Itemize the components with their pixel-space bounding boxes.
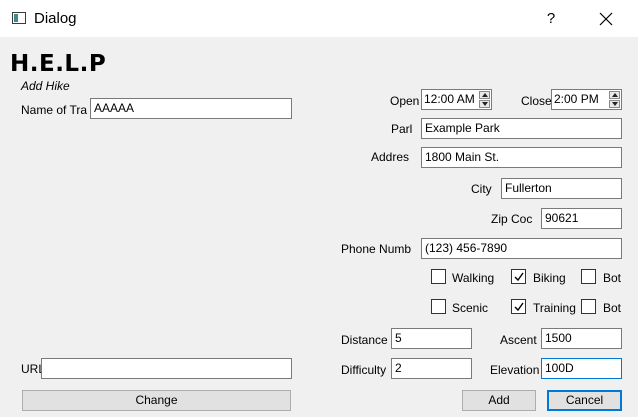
address-input[interactable]: 1800 Main St. xyxy=(421,147,622,168)
distance-input[interactable]: 5 xyxy=(391,328,472,349)
walking-label: Walking xyxy=(452,271,495,285)
city-label: City xyxy=(471,182,492,196)
close-icon xyxy=(599,12,613,26)
change-button[interactable]: Change xyxy=(22,390,291,411)
checkmark-icon xyxy=(514,272,524,282)
open-time-value: 12:00 AM xyxy=(424,92,475,106)
close-time-value: 2:00 PM xyxy=(554,92,599,106)
window-title: Dialog xyxy=(34,10,77,27)
difficulty-label: Difficulty xyxy=(341,363,387,377)
open-time-up-arrow[interactable] xyxy=(479,91,490,99)
app-logo: H.E.L.P xyxy=(10,51,107,77)
cancel-button[interactable]: Cancel xyxy=(547,390,622,411)
scenic-label: Scenic xyxy=(452,301,489,315)
open-time-spinbox[interactable]: 12:00 AM xyxy=(421,89,492,110)
form-subtitle: Add Hike xyxy=(21,79,70,93)
zip-input[interactable]: 90621 xyxy=(541,208,622,229)
ascent-label: Ascent xyxy=(500,333,537,347)
app-icon xyxy=(12,12,26,24)
zip-label: Zip Coc xyxy=(491,212,533,226)
biking-label: Biking xyxy=(533,271,566,285)
scenic-checkbox[interactable] xyxy=(431,299,446,314)
close-label: Close xyxy=(521,94,552,108)
elevation-label: Elevation xyxy=(490,363,540,377)
bot-checkbox-1[interactable] xyxy=(581,269,596,284)
close-time-up-arrow[interactable] xyxy=(609,91,620,99)
url-input[interactable] xyxy=(41,358,292,379)
park-input[interactable]: Example Park xyxy=(421,118,622,139)
bot-label-2: Bot xyxy=(603,301,622,315)
training-label: Training xyxy=(533,301,576,315)
ascent-input[interactable]: 1500 xyxy=(541,328,622,349)
close-time-down-arrow[interactable] xyxy=(609,100,620,108)
distance-label: Distance xyxy=(341,333,388,347)
close-button[interactable] xyxy=(594,7,618,31)
phone-input[interactable]: (123) 456-7890 xyxy=(421,238,622,259)
training-checkbox[interactable] xyxy=(511,299,526,314)
url-label: URL xyxy=(21,362,43,376)
add-button[interactable]: Add xyxy=(462,390,536,411)
open-label: Open xyxy=(390,94,420,108)
open-time-down-arrow[interactable] xyxy=(479,100,490,108)
bot-label-1: Bot xyxy=(603,271,622,285)
bot-checkbox-2[interactable] xyxy=(581,299,596,314)
trail-name-input[interactable]: AAAAA xyxy=(90,98,292,119)
walking-checkbox[interactable] xyxy=(431,269,446,284)
park-label: Parl xyxy=(391,122,413,136)
address-label: Addres xyxy=(371,150,410,164)
biking-checkbox[interactable] xyxy=(511,269,526,284)
phone-label: Phone Numb xyxy=(341,242,412,256)
close-time-spinbox[interactable]: 2:00 PM xyxy=(551,89,622,110)
help-button[interactable]: ? xyxy=(541,9,561,29)
checkmark-icon xyxy=(514,302,524,312)
city-input[interactable]: Fullerton xyxy=(501,178,622,199)
name-label: Name of Tra xyxy=(21,103,88,117)
elevation-input[interactable]: 100D xyxy=(541,358,622,379)
difficulty-input[interactable]: 2 xyxy=(391,358,472,379)
